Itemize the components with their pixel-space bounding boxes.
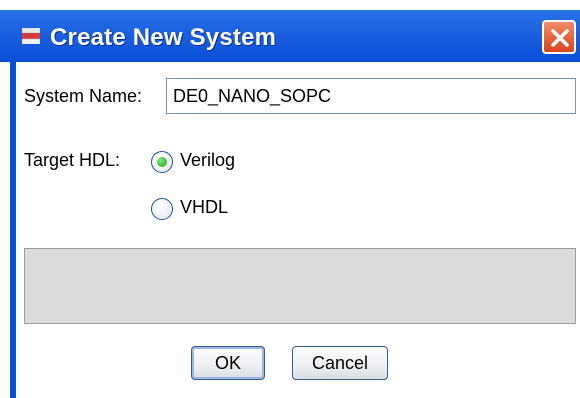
vhdl-label: VHDL — [180, 197, 229, 217]
radio-selected-dot — [157, 157, 167, 167]
close-icon — [551, 29, 569, 47]
message-area — [24, 248, 576, 324]
window-title: Create New System — [50, 24, 277, 51]
title-bar[interactable]: Create New System — [0, 0, 580, 62]
close-button[interactable] — [542, 20, 576, 54]
app-icon — [21, 27, 41, 45]
target-hdl-label: Target HDL: — [24, 150, 121, 170]
system-name-label: System Name: — [24, 86, 143, 106]
verilog-radio[interactable] — [151, 151, 173, 173]
dialog-body: System Name: Target HDL: Verilog VHDL OK… — [10, 62, 580, 398]
cancel-button[interactable]: Cancel — [292, 346, 388, 380]
ok-button[interactable]: OK — [191, 346, 265, 380]
system-name-input[interactable] — [166, 78, 576, 114]
vhdl-radio[interactable] — [151, 198, 173, 220]
verilog-label: Verilog — [180, 150, 236, 170]
create-new-system-dialog: Create New System System Name: Target HD… — [0, 0, 580, 398]
